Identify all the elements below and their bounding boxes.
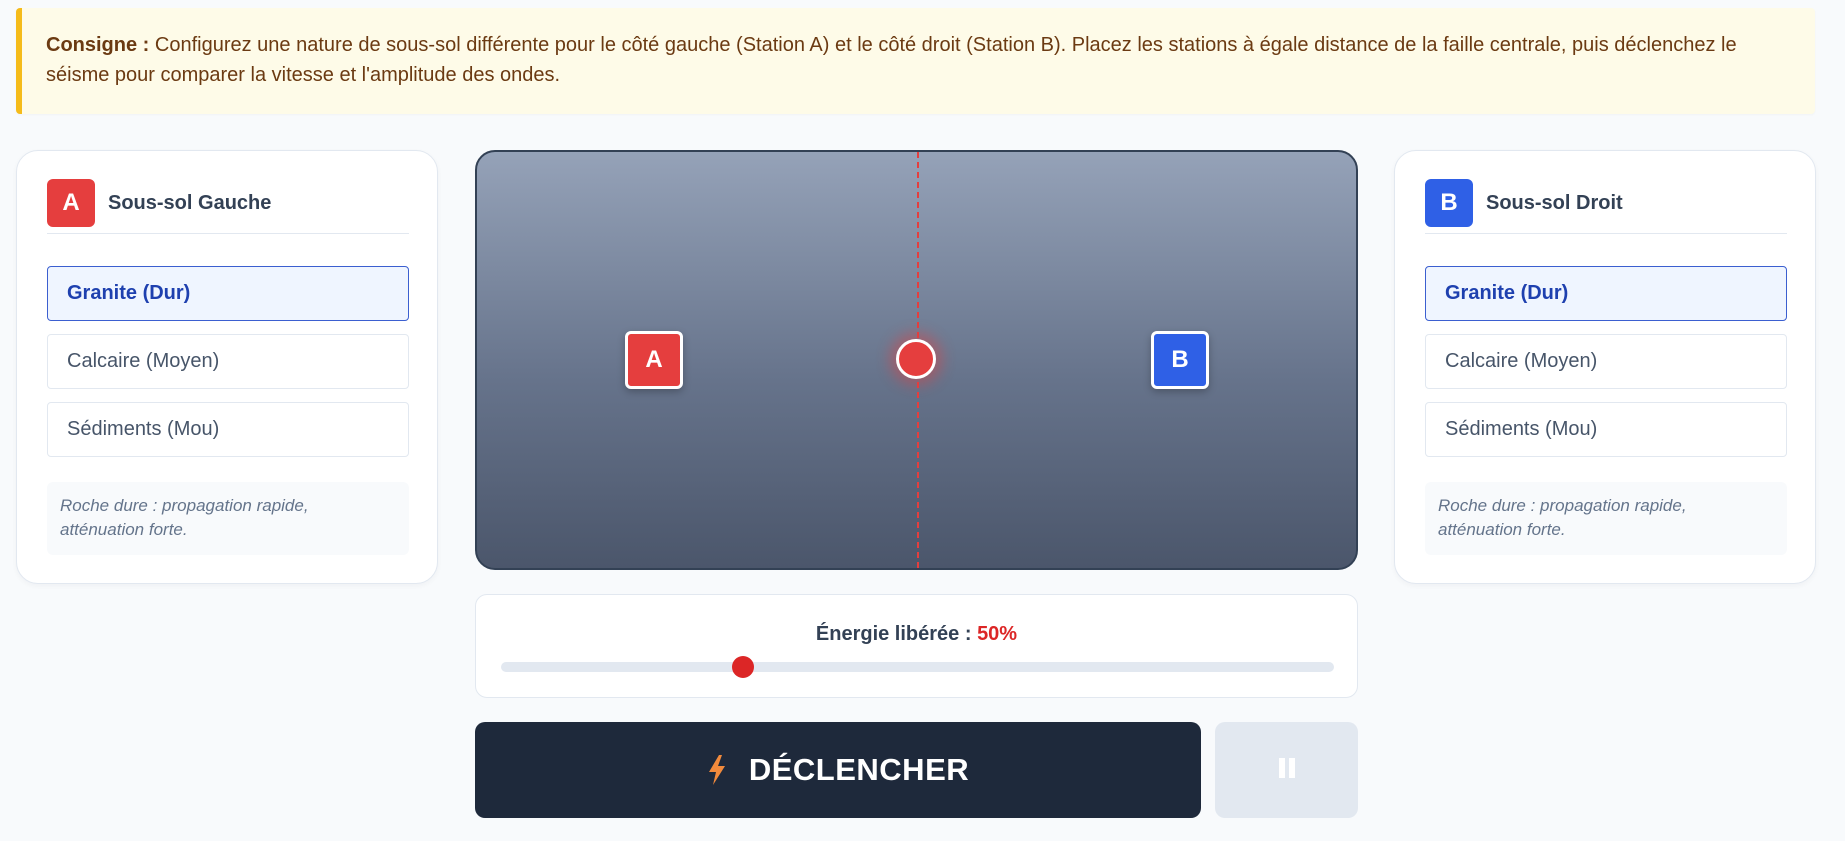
left-soil-panel: A Sous-sol Gauche Granite (Dur) Calcaire… — [16, 150, 438, 584]
left-option-calcaire[interactable]: Calcaire (Moyen) — [47, 334, 409, 389]
instruction-label: Consigne : — [46, 34, 150, 56]
station-a-marker[interactable]: A — [625, 331, 683, 389]
pause-button[interactable] — [1215, 722, 1358, 818]
right-panel-header: B Sous-sol Droit — [1425, 179, 1787, 234]
energy-label-text: Énergie libérée : — [815, 623, 978, 645]
energy-label: Énergie libérée : 50% — [476, 623, 1357, 646]
instruction-banner: Consigne : Configurez une nature de sous… — [16, 8, 1815, 114]
left-option-sediments[interactable]: Sédiments (Mou) — [47, 402, 409, 457]
pause-icon — [1277, 757, 1297, 783]
right-option-sediments[interactable]: Sédiments (Mou) — [1425, 402, 1787, 457]
right-panel-title: Sous-sol Droit — [1486, 192, 1623, 214]
left-soil-hint: Roche dure : propagation rapide, atténua… — [47, 482, 409, 555]
right-option-granite[interactable]: Granite (Dur) — [1425, 266, 1787, 321]
left-panel-header: A Sous-sol Gauche — [47, 179, 409, 234]
seismic-scene: A B — [475, 150, 1358, 570]
station-a-badge: A — [47, 179, 95, 227]
left-panel-title: Sous-sol Gauche — [108, 192, 272, 214]
right-option-calcaire[interactable]: Calcaire (Moyen) — [1425, 334, 1787, 389]
energy-control: Énergie libérée : 50% — [475, 594, 1358, 698]
energy-value: 50% — [977, 623, 1018, 645]
instruction-text: Configurez une nature de sous-sol différ… — [46, 34, 1737, 86]
energy-slider-thumb[interactable] — [731, 656, 754, 678]
lightning-icon — [708, 755, 725, 785]
right-soil-hint: Roche dure : propagation rapide, atténua… — [1425, 482, 1787, 555]
left-option-granite[interactable]: Granite (Dur) — [47, 266, 409, 321]
station-b-badge: B — [1425, 179, 1473, 227]
right-soil-panel: B Sous-sol Droit Granite (Dur) Calcaire … — [1394, 150, 1816, 584]
energy-slider-track[interactable] — [501, 656, 1334, 678]
trigger-button-label: DÉCLENCHER — [748, 752, 970, 787]
epicenter-marker — [896, 339, 936, 379]
trigger-earthquake-button[interactable]: DÉCLENCHER — [475, 722, 1201, 818]
station-b-marker[interactable]: B — [1151, 331, 1209, 389]
